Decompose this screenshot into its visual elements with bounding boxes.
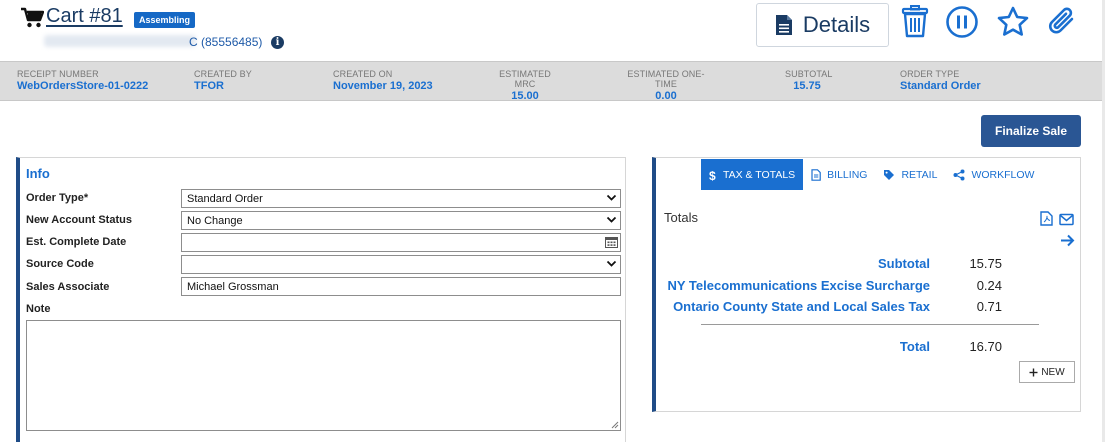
note-label: Note xyxy=(26,303,51,315)
chevron-down-icon xyxy=(606,260,617,267)
tab-workflow[interactable]: WORKFLOW xyxy=(945,159,1042,190)
order-summary-bar: RECEIPT NUMBER WebOrdersStore-01-0222 CR… xyxy=(0,61,1102,102)
workflow-icon xyxy=(953,169,965,180)
summary-created-by: CREATED BY TFOR xyxy=(194,69,252,92)
subtotal-label: Subtotal xyxy=(878,256,930,271)
details-button[interactable]: Details xyxy=(756,3,889,47)
est-complete-date-input[interactable] xyxy=(181,233,621,252)
sales-associate-label: Sales Associate xyxy=(26,281,110,293)
summary-estimated-mrc: ESTIMATED MRC 15.00 xyxy=(499,69,551,102)
new-account-status-label: New Account Status xyxy=(26,214,132,226)
summary-receipt-number: RECEIPT NUMBER WebOrdersStore-01-0222 xyxy=(17,69,149,92)
source-code-select[interactable] xyxy=(181,255,621,274)
paperclip-icon[interactable] xyxy=(1045,5,1079,39)
summary-estimated-one-time: ESTIMATED ONE-TIME 0.00 xyxy=(627,69,705,102)
totals-panel: $ TAX & TOTALS BILLING RETAIL WORKFLOW T… xyxy=(652,157,1081,412)
excise-surcharge-label[interactable]: NY Telecommunications Excise Surcharge xyxy=(667,278,930,293)
excise-surcharge-value: 0.24 xyxy=(976,278,1002,293)
trash-icon[interactable] xyxy=(898,5,932,39)
order-type-select[interactable]: Standard Order xyxy=(181,189,621,208)
summary-order-type: ORDER TYPE Standard Order xyxy=(900,69,981,92)
subtotal-value: 15.75 xyxy=(969,256,1002,271)
total-value: 16.70 xyxy=(969,339,1002,354)
document-icon xyxy=(775,15,792,35)
svg-text:$: $ xyxy=(709,169,716,181)
plus-icon xyxy=(1029,368,1038,376)
cart-icon xyxy=(21,7,44,28)
source-code-label: Source Code xyxy=(26,258,94,270)
tab-retail[interactable]: RETAIL xyxy=(875,159,945,190)
tab-tax-totals[interactable]: $ TAX & TOTALS xyxy=(701,159,804,190)
new-tax-button[interactable]: NEW xyxy=(1019,361,1075,383)
tab-billing[interactable]: BILLING xyxy=(803,159,875,190)
details-label: Details xyxy=(802,12,871,37)
totals-heading: Totals xyxy=(664,210,698,225)
resize-grip-icon[interactable] xyxy=(611,421,619,429)
new-account-status-select[interactable]: No Change xyxy=(181,211,621,230)
info-title: Info xyxy=(26,166,50,181)
star-icon[interactable] xyxy=(996,5,1030,39)
customer-name-redacted xyxy=(44,35,196,47)
cart-page: Cart #81 Assembling C (85556485) i Detai… xyxy=(0,0,1105,442)
email-icon[interactable] xyxy=(1059,212,1074,227)
dollar-icon: $ xyxy=(709,169,716,181)
summary-subtotal: SUBTOTAL 15.75 xyxy=(785,69,833,92)
tag-icon xyxy=(884,169,895,180)
totals-tabs: $ TAX & TOTALS BILLING RETAIL WORKFLOW xyxy=(701,159,1042,190)
est-complete-date-label: Est. Complete Date xyxy=(26,236,127,248)
arrow-right-icon[interactable] xyxy=(1060,233,1075,248)
sales-tax-label[interactable]: Ontario County State and Local Sales Tax xyxy=(673,299,930,314)
chevron-down-icon xyxy=(606,194,617,201)
pdf-icon[interactable] xyxy=(1039,211,1054,226)
pause-icon[interactable] xyxy=(945,5,979,39)
finalize-sale-button[interactable]: Finalize Sale xyxy=(981,115,1081,147)
summary-created-on: CREATED ON November 19, 2023 xyxy=(333,69,433,92)
cart-title-link[interactable]: Cart #81 xyxy=(46,5,123,28)
info-icon[interactable]: i xyxy=(271,36,284,49)
totals-divider xyxy=(701,324,1039,325)
calendar-icon[interactable] xyxy=(605,236,618,248)
sales-associate-input[interactable]: Michael Grossman xyxy=(181,277,621,296)
document-icon xyxy=(811,168,821,181)
total-label: Total xyxy=(899,339,930,354)
order-type-label: Order Type* xyxy=(26,192,89,204)
customer-account[interactable]: C (85556485) xyxy=(189,35,262,49)
sales-tax-value: 0.71 xyxy=(976,299,1002,314)
note-textarea[interactable] xyxy=(26,320,621,431)
info-panel: Info Order Type* Standard Order New Acco… xyxy=(16,157,626,442)
chevron-down-icon xyxy=(606,216,617,223)
status-badge: Assembling xyxy=(134,12,196,28)
